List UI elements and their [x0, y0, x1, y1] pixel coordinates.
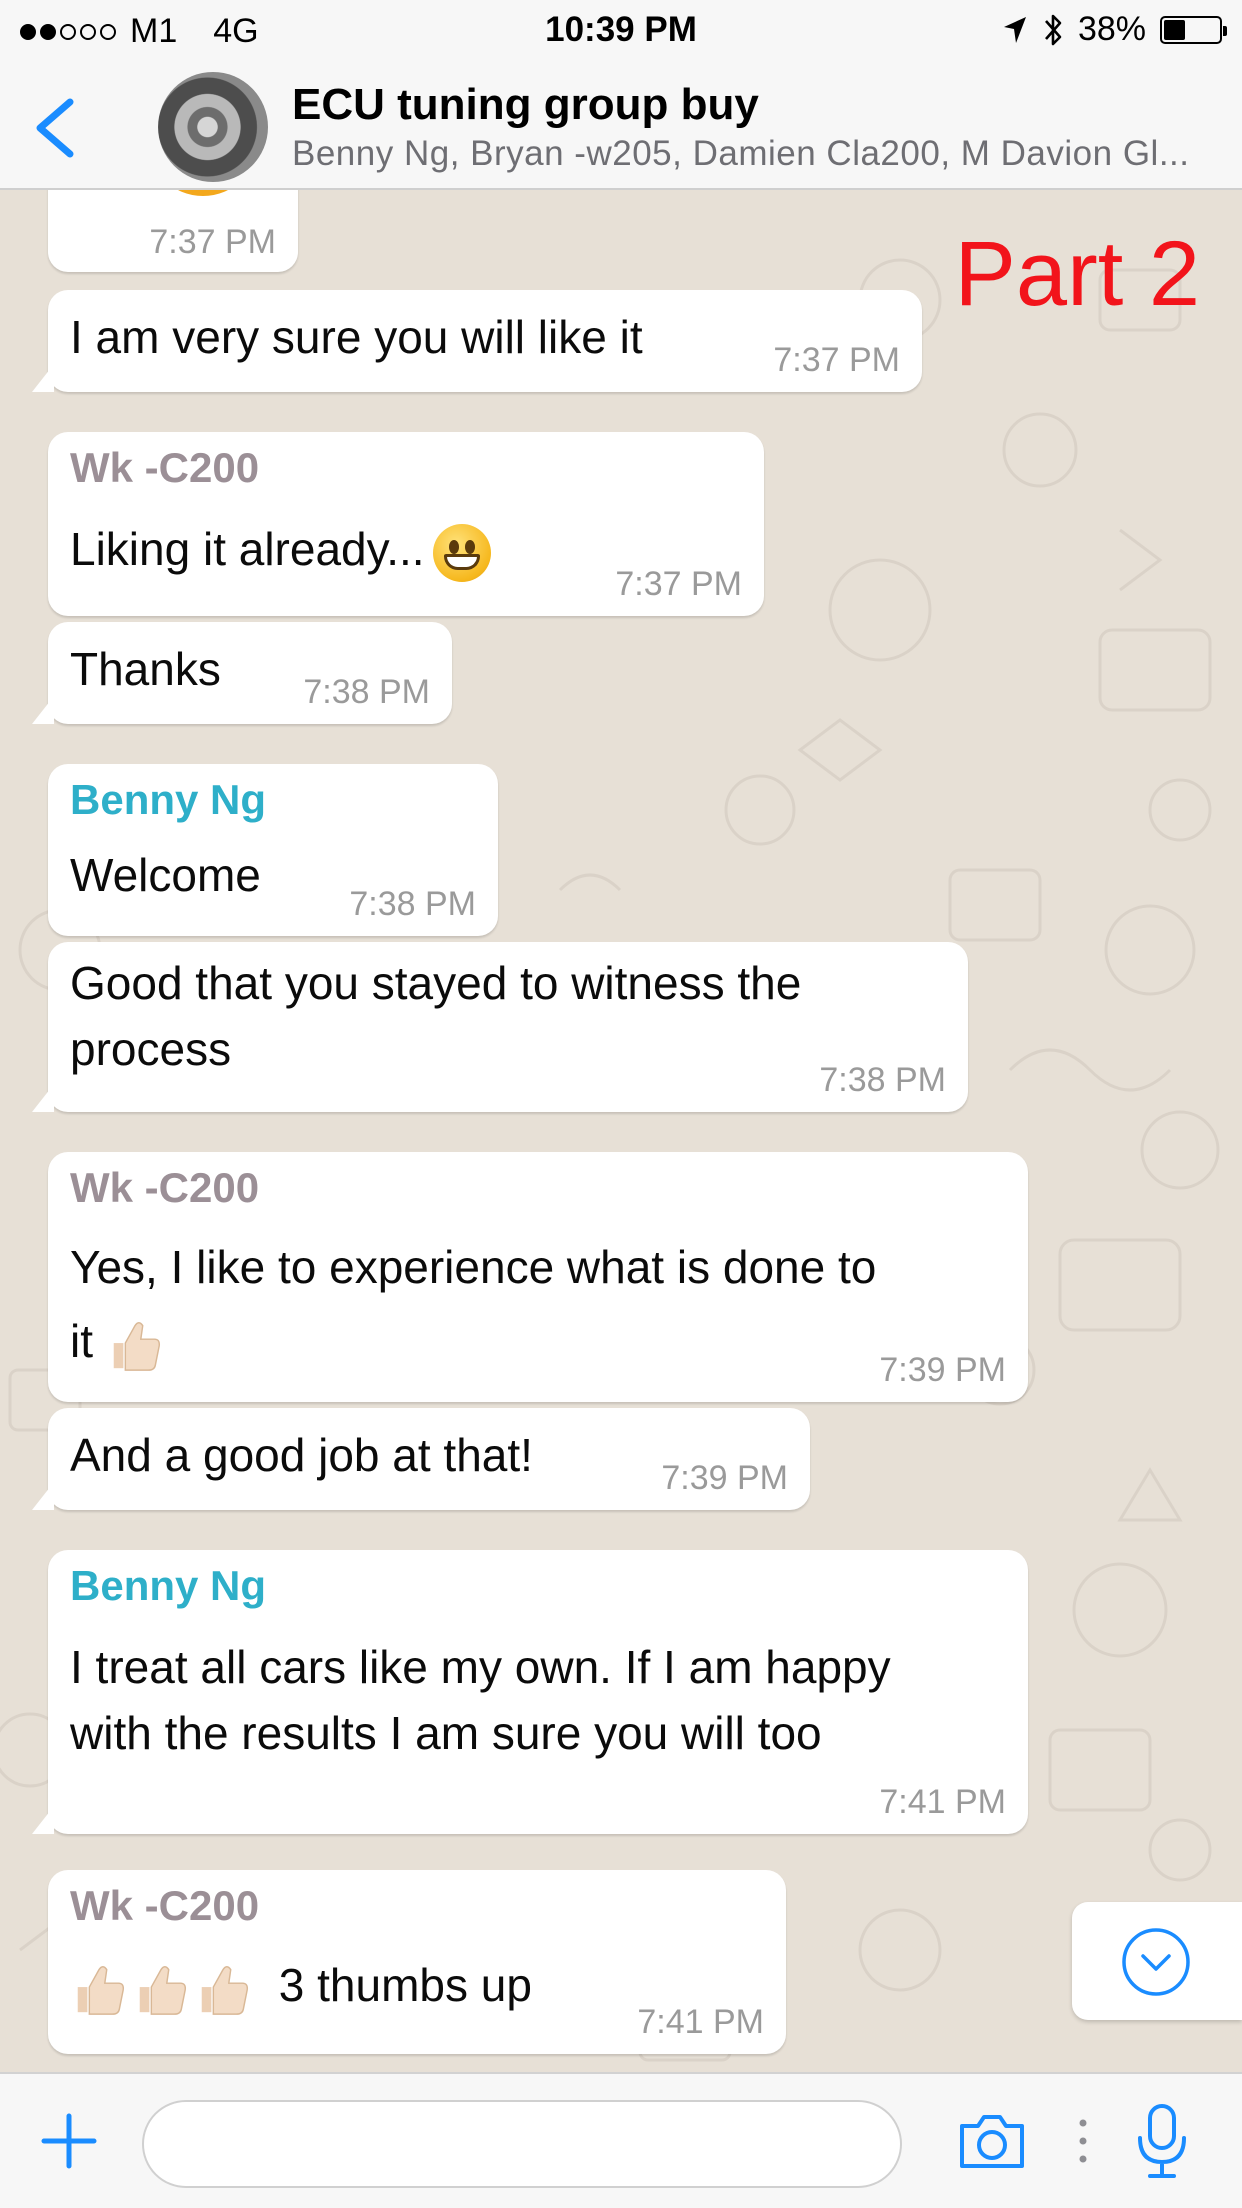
message-bubble[interactable]: Benny Ng Welcome 7:38 PM	[48, 764, 498, 936]
input-bar	[0, 2072, 1242, 2208]
message-text: I treat all cars like my own. If I am ha…	[70, 1641, 891, 1693]
thumbs-up-icon	[201, 1965, 249, 2015]
thumbs-up-icon	[77, 1965, 125, 2015]
message-time: 7:38 PM	[819, 1061, 946, 1099]
plus-icon[interactable]	[38, 2110, 100, 2172]
message-bubble[interactable]: Wk -C200 Yes, I like to experience what …	[48, 1152, 1028, 1402]
message-text: 3 thumbs up	[70, 1952, 532, 2018]
part-label: Part 2	[954, 223, 1200, 325]
camera-icon[interactable]	[956, 2110, 1028, 2172]
message-bubble[interactable]: And a good job at that! 7:39 PM	[32, 1408, 810, 1510]
message-bubble[interactable]: 7:37 PM	[48, 190, 298, 272]
message-time: 7:41 PM	[879, 1783, 1006, 1821]
message-text: Welcome	[70, 849, 261, 901]
sender-name[interactable]: Wk -C200	[70, 444, 259, 492]
message-time: 7:39 PM	[661, 1459, 788, 1497]
battery-icon	[1160, 15, 1227, 44]
message-text-content: it	[70, 1315, 93, 1367]
message-input[interactable]	[142, 2100, 902, 2188]
message-time: 7:38 PM	[349, 885, 476, 923]
battery-level-fill	[1164, 19, 1185, 40]
thumbs-up-icon	[113, 1321, 160, 1371]
scroll-down-chevron-icon	[1122, 1928, 1190, 1996]
message-bubble[interactable]: Good that you stayed to witness the proc…	[32, 942, 968, 1112]
message-text: process	[70, 1023, 232, 1075]
sender-name[interactable]: Wk -C200	[70, 1164, 259, 1212]
message-text: Liking it already...	[70, 516, 491, 582]
location-arrow-icon	[1003, 16, 1026, 43]
message-bubble[interactable]: Wk -C200 Liking it already... 7:37 PM	[48, 432, 764, 616]
message-text-content: 3 thumbs up	[278, 1959, 532, 2011]
chat-header: ECU tuning group buy Benny Ng, Bryan -w2…	[0, 62, 1242, 190]
message-bubble[interactable]: Wk -C200 3 thumbs up 7:41 PM	[48, 1870, 786, 2054]
message-text: with the results I am sure you will too	[70, 1707, 822, 1759]
group-title[interactable]: ECU tuning group buy	[292, 80, 759, 130]
message-time: 7:41 PM	[637, 2003, 764, 2041]
message-text: it	[70, 1308, 168, 1374]
sender-name[interactable]: Benny Ng	[70, 1562, 266, 1610]
message-bubble[interactable]: Benny Ng I treat all cars like my own. I…	[32, 1550, 1028, 1834]
message-text-content: Liking it already...	[70, 523, 425, 575]
message-text: And a good job at that!	[70, 1429, 533, 1481]
emoji-partial	[148, 190, 258, 196]
group-avatar[interactable]	[158, 72, 268, 182]
message-bubble[interactable]: Thanks 7:38 PM	[32, 622, 452, 724]
message-text: Yes, I like to experience what is done t…	[70, 1241, 877, 1293]
message-text: I am very sure you will like it	[70, 311, 643, 363]
bluetooth-icon	[1044, 14, 1062, 45]
status-right: 38%	[1002, 10, 1227, 49]
message-time: 7:38 PM	[303, 673, 430, 711]
chat-area[interactable]: Part 2 7:37 PM I am very sure you will l…	[0, 190, 1242, 2072]
message-time: 7:37 PM	[773, 341, 900, 379]
message-text: Thanks	[70, 643, 221, 695]
sender-name[interactable]: Wk -C200	[70, 1882, 259, 1930]
message-text: Good that you stayed to witness the	[70, 957, 802, 1009]
scroll-to-bottom-button[interactable]	[1072, 1902, 1242, 2020]
group-members[interactable]: Benny Ng, Bryan -w205, Damien Cla200, M …	[292, 134, 1190, 174]
message-time: 7:37 PM	[615, 565, 742, 603]
microphone-icon[interactable]	[1134, 2102, 1190, 2182]
message-time: 7:39 PM	[879, 1351, 1006, 1389]
more-dots-icon[interactable]	[1076, 2116, 1090, 2166]
grinning-face-icon	[432, 523, 491, 582]
status-bar: M1 4G 10:39 PM 38%	[0, 0, 1242, 62]
back-chevron-icon[interactable]	[28, 92, 88, 162]
sender-name[interactable]: Benny Ng	[70, 776, 266, 824]
message-time: 7:37 PM	[149, 223, 276, 261]
thumbs-up-icon	[139, 1965, 187, 2015]
battery-percent: 38%	[1077, 10, 1146, 48]
message-bubble[interactable]: I am very sure you will like it 7:37 PM	[32, 290, 922, 392]
